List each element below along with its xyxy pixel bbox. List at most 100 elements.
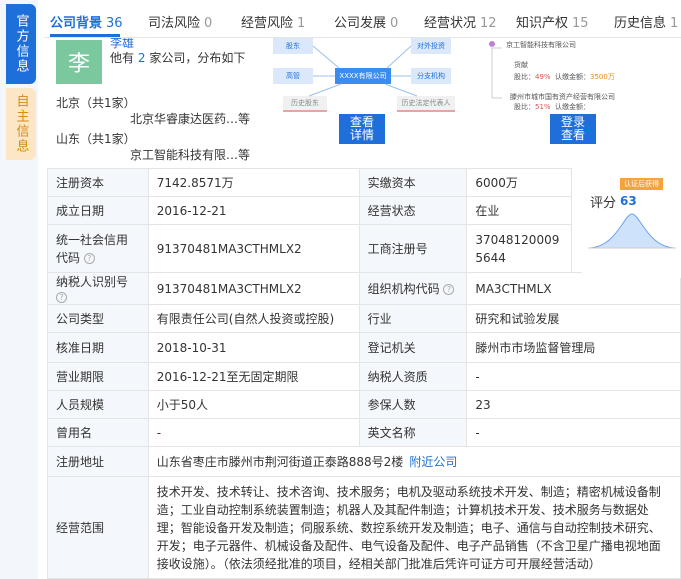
desc-pre: 他有 bbox=[110, 51, 135, 65]
field-label: 纳税人资质 bbox=[358, 362, 468, 391]
desc-post: 家公司，分布如下 bbox=[149, 51, 246, 65]
field-label: 成立日期 bbox=[47, 196, 149, 225]
preview-share-row: 股比：49% 认缴金额：3500万 bbox=[514, 72, 615, 82]
score-widget[interactable]: 认证后获得 评分 63 bbox=[582, 168, 681, 278]
shareholder-preview: 京工智能科技有限公司 货献 股比：49% 认缴金额：3500万 滕州市城市国有资… bbox=[484, 38, 654, 113]
table-row: 公司类型 有限责任公司(自然人投资或控股) 行业 研究和试验发展 bbox=[47, 304, 681, 333]
score-value: 63 bbox=[620, 194, 637, 208]
tab-label: 经营风险 bbox=[241, 16, 294, 31]
field-label: 注册资本 bbox=[47, 168, 149, 197]
help-icon[interactable]: ? bbox=[56, 292, 67, 303]
field-value: 91370481MA3CTHMLX2 bbox=[147, 224, 360, 273]
avatar: 李 bbox=[56, 40, 102, 84]
field-value: 研究和试验发展 bbox=[466, 304, 681, 333]
address-value: 山东省枣庄市滕州市荆河街道正泰路888号2楼 bbox=[156, 455, 404, 469]
login-to-view-button[interactable]: 登录 查看 bbox=[550, 114, 596, 144]
business-scope-value: 技术开发、技术转让、技术咨询、技术服务；电机及驱动系统技术开发、制造；精密机械设… bbox=[147, 476, 681, 579]
table-row: 经营范围 技术开发、技术转让、技术咨询、技术服务；电机及驱动系统技术开发、制造；… bbox=[47, 476, 681, 579]
holder-company-count: 他有 2 家公司，分布如下 bbox=[110, 50, 260, 66]
tab-count: 36 bbox=[106, 16, 123, 31]
table-row: 曾用名 - 英文名称 - bbox=[47, 418, 681, 447]
field-label: 曾用名 bbox=[47, 418, 149, 447]
field-label: 公司类型 bbox=[47, 304, 149, 333]
view-details-label: 查看 详情 bbox=[349, 115, 374, 142]
field-value: 23 bbox=[466, 390, 681, 419]
field-value: - bbox=[147, 418, 360, 447]
side-tab-self-info[interactable]: 自主信息 bbox=[6, 88, 36, 160]
capital-label: 认缴金额： bbox=[555, 103, 591, 111]
tab-label: 经营状况 bbox=[424, 16, 477, 31]
tab-intellectual-property[interactable]: 知识产权 15 bbox=[516, 12, 589, 31]
side-tab-bar: 官方信息 自主信息 bbox=[0, 0, 38, 579]
preview-share-row-2: 股比：51% 认缴金额： bbox=[514, 102, 590, 112]
field-label: 工商注册号 bbox=[358, 224, 468, 273]
tab-label: 公司发展 bbox=[334, 16, 387, 31]
field-label: 经营状态 bbox=[358, 196, 468, 225]
share-label: 股比： bbox=[514, 103, 535, 111]
tab-label: 公司背景 bbox=[50, 16, 103, 31]
tab-count: 1 bbox=[297, 16, 306, 31]
region-label: 山东（共1家） bbox=[56, 132, 136, 146]
field-label-with-help: 统一社会信用代码 ? bbox=[47, 224, 149, 273]
field-value: 2018-10-31 bbox=[147, 332, 360, 363]
field-label-with-help: 组织机构代码 ? bbox=[358, 272, 468, 305]
field-label: 行业 bbox=[358, 304, 468, 333]
score-label: 评分 bbox=[590, 196, 617, 211]
table-row: 人员规模 小于50人 参保人数 23 bbox=[47, 390, 681, 419]
table-row: 核准日期 2018-10-31 登记机关 滕州市市场监督管理局 bbox=[47, 332, 681, 363]
table-row: 注册地址 山东省枣庄市滕州市荆河街道正泰路888号2楼 附近公司 bbox=[47, 446, 681, 477]
tab-company-development[interactable]: 公司发展 0 bbox=[334, 12, 398, 31]
help-icon[interactable]: ? bbox=[83, 252, 95, 264]
field-value: 在业 bbox=[466, 196, 573, 225]
tab-label: 司法风险 bbox=[148, 16, 201, 31]
preview-company-top: 京工智能科技有限公司 bbox=[506, 41, 576, 49]
equity-diagram-preview: 股东 对外投资 高管 XXXX有限公司 分支机构 历史股东 历史法定代表人 bbox=[269, 38, 457, 113]
region-company-link[interactable]: 北京华睿康达医药…等 bbox=[130, 110, 250, 127]
tab-count: 12 bbox=[480, 16, 497, 31]
field-value: 7142.8571万 bbox=[147, 168, 360, 197]
desc-num: 2 bbox=[137, 51, 146, 65]
field-value: 2016-12-21 bbox=[147, 196, 360, 225]
preview-company-bottom: 滕州市城市国有资产经营有限公司 bbox=[510, 93, 615, 101]
tab-company-background[interactable]: 公司背景 36 bbox=[50, 12, 123, 31]
address-value-cell: 山东省枣庄市滕州市荆河街道正泰路888号2楼 附近公司 bbox=[147, 446, 681, 477]
share-value: 51% bbox=[535, 103, 551, 111]
field-label-with-help: 纳税人识别号 ? bbox=[47, 272, 149, 305]
preview-role: 货献 bbox=[514, 61, 528, 69]
tab-label: 知识产权 bbox=[516, 16, 569, 31]
tab-business-risk[interactable]: 经营风险 1 bbox=[241, 12, 305, 31]
field-value: - bbox=[466, 362, 681, 391]
field-label: 注册地址 bbox=[47, 446, 149, 477]
field-value: 370481200095644 bbox=[466, 224, 573, 273]
field-label: 组织机构代码 bbox=[367, 282, 440, 296]
share-value: 49% bbox=[535, 73, 551, 81]
diagram-connectors bbox=[308, 45, 418, 97]
top-tab-bar: 公司背景 36 司法风险 0 经营风险 1 公司发展 0 经营状况 12 知识产权 15 历… bbox=[44, 0, 681, 38]
score-distribution-curve bbox=[587, 213, 677, 249]
capital-value: 3500万 bbox=[590, 73, 615, 81]
field-label: 人员规模 bbox=[47, 390, 149, 419]
view-details-button[interactable]: 查看 详情 bbox=[339, 114, 385, 144]
tab-business-status[interactable]: 经营状况 12 bbox=[424, 12, 497, 31]
field-label: 实缴资本 bbox=[358, 168, 468, 197]
company-header: 李 李雄 他有 2 家公司，分布如下 北京（共1家） 北京华睿康达医药…等 山东… bbox=[44, 38, 681, 166]
field-label: 经营范围 bbox=[47, 476, 149, 579]
side-tab-official-info[interactable]: 官方信息 bbox=[6, 4, 36, 84]
field-label: 营业期限 bbox=[47, 362, 149, 391]
region-label: 北京（共1家） bbox=[56, 96, 136, 110]
certify-badge: 认证后获得 bbox=[620, 178, 663, 190]
table-row: 营业期限 2016-12-21至无固定期限 纳税人资质 - bbox=[47, 362, 681, 391]
tab-count: 1 bbox=[670, 16, 679, 31]
region-company-link[interactable]: 京工智能科技有限…等 bbox=[130, 146, 250, 163]
field-value: 91370481MA3CTHMLX2 bbox=[147, 272, 360, 305]
tab-judicial-risk[interactable]: 司法风险 0 bbox=[148, 12, 212, 31]
tab-history[interactable]: 历史信息 1 bbox=[614, 12, 678, 31]
share-label: 股比： bbox=[514, 73, 535, 81]
help-icon[interactable]: ? bbox=[443, 284, 455, 295]
field-value: 2016-12-21至无固定期限 bbox=[147, 362, 360, 391]
field-label: 英文名称 bbox=[358, 418, 468, 447]
field-label: 登记机关 bbox=[358, 332, 468, 363]
nearby-companies-link[interactable]: 附近公司 bbox=[409, 455, 457, 469]
tab-count: 0 bbox=[390, 16, 399, 31]
login-to-view-label: 登录 查看 bbox=[560, 115, 585, 142]
